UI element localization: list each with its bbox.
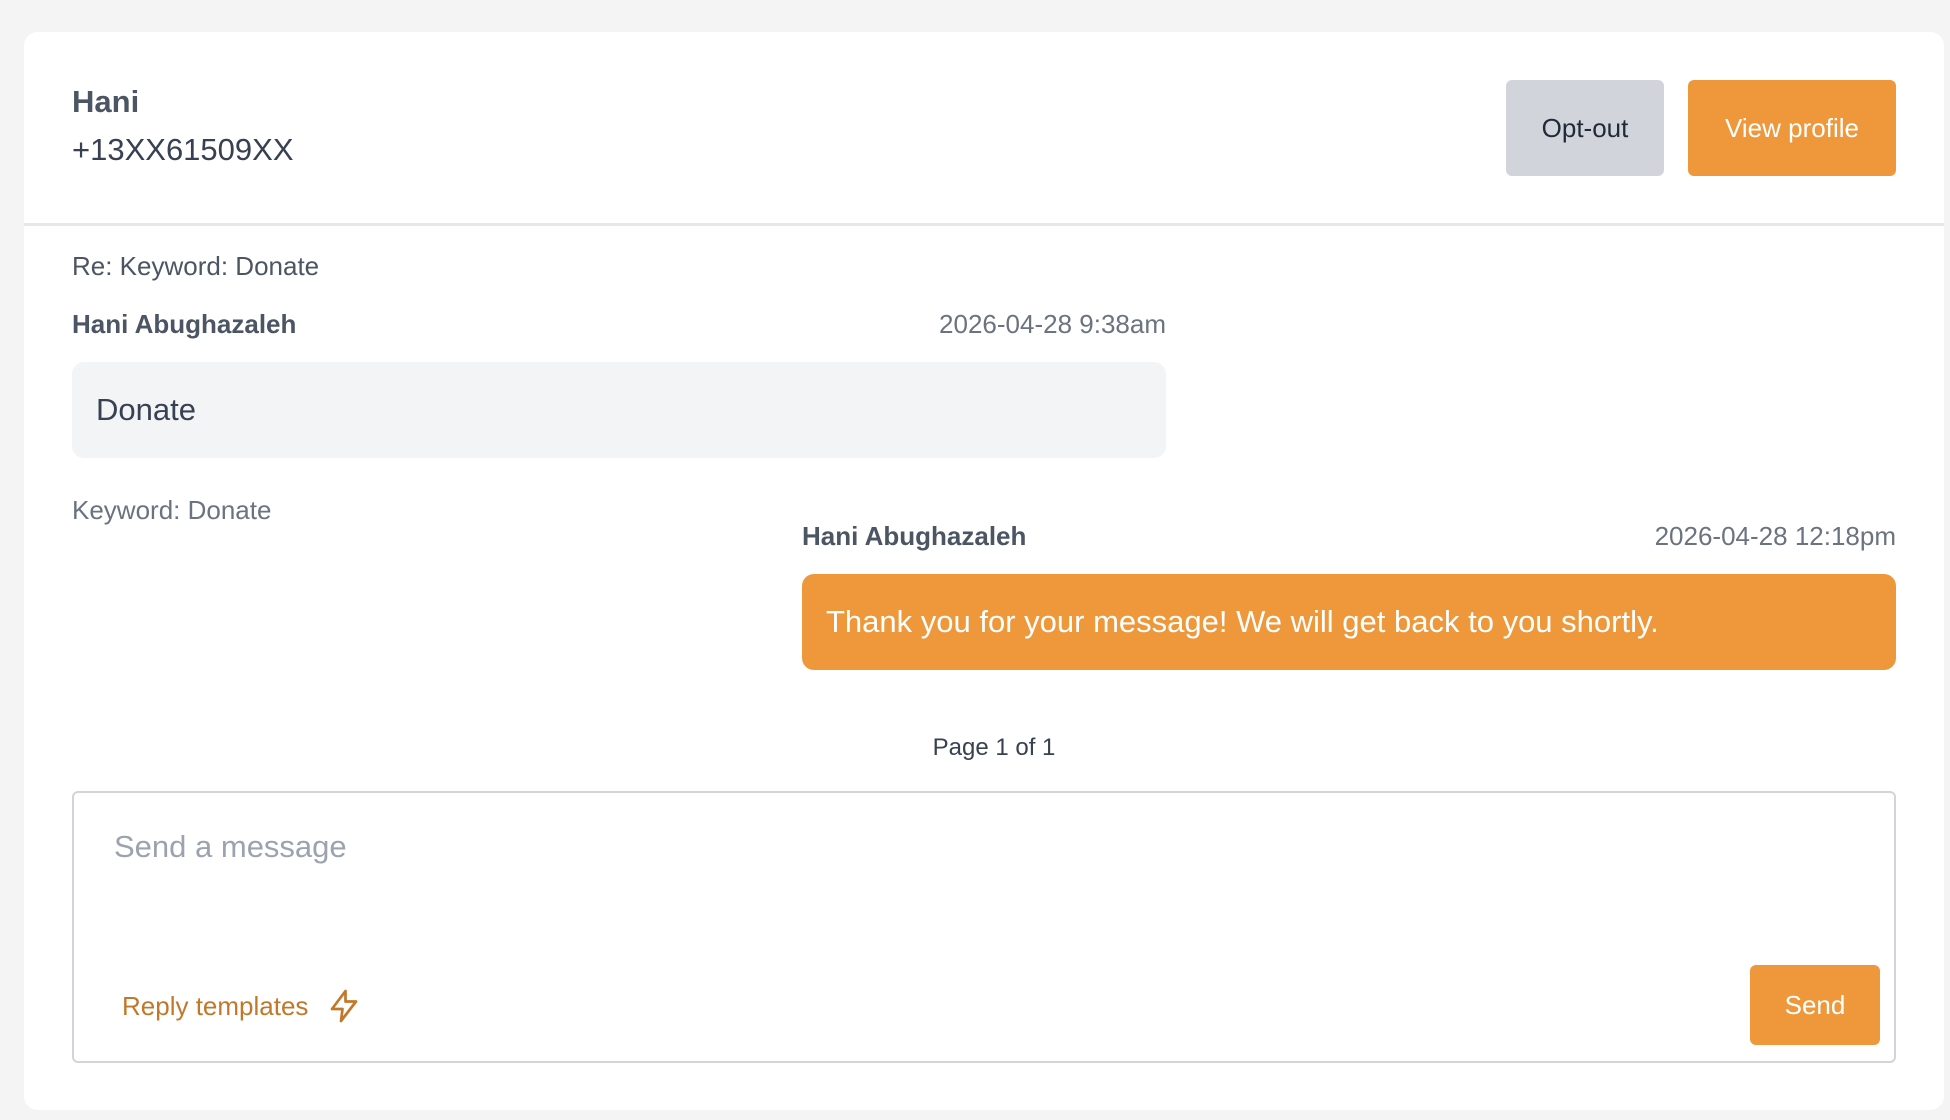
- opt-out-button[interactable]: Opt-out: [1506, 80, 1664, 176]
- message-bubble-outgoing: Thank you for your message! We will get …: [802, 574, 1896, 670]
- message-list[interactable]: Re: Keyword: Donate Hani Abughazaleh 202…: [24, 229, 1944, 849]
- conversation-header: Hani +13XX61509XX Opt-out View profile: [24, 32, 1944, 226]
- message-timestamp: 2026-04-28 9:38am: [939, 309, 1166, 339]
- conversation-panel: Hani +13XX61509XX Opt-out View profile R…: [24, 32, 1944, 1110]
- lightning-bolt-icon: [326, 986, 362, 1026]
- message-note: Keyword: Donate: [72, 495, 272, 525]
- send-button[interactable]: Send: [1750, 965, 1880, 1045]
- message-sender: Hani Abughazaleh: [72, 309, 297, 339]
- reply-templates-label: Reply templates: [122, 990, 309, 1021]
- reply-templates-button[interactable]: Reply templates: [122, 981, 362, 1031]
- view-profile-button[interactable]: View profile: [1688, 80, 1896, 176]
- message-note: Re: Keyword: Donate: [72, 251, 320, 281]
- contact-phone: +13XX61509XX: [72, 132, 294, 167]
- message-sender: Hani Abughazaleh: [802, 521, 1027, 551]
- message-composer: Reply templates Send: [72, 791, 1896, 1063]
- contact-name: Hani: [72, 84, 140, 119]
- pagination-label: Page 1 of 1: [932, 734, 1056, 761]
- message-timestamp: 2026-04-28 12:18pm: [1654, 521, 1896, 551]
- message-input[interactable]: [74, 793, 1894, 953]
- message-bubble-incoming: Donate: [72, 362, 1166, 458]
